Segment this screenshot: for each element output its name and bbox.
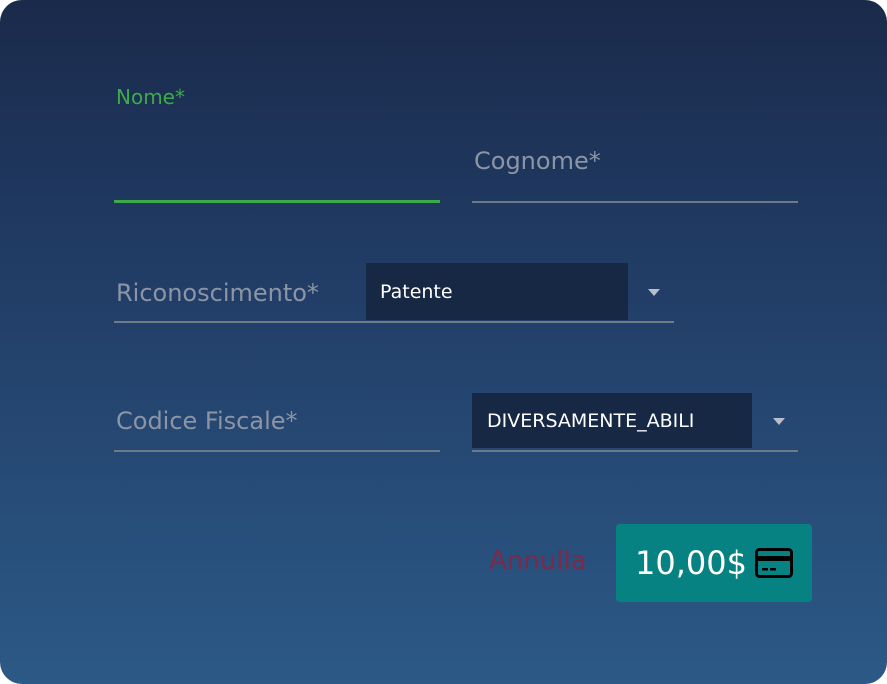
- codice-fiscale-underline: [114, 450, 440, 452]
- riconoscimento-select-value: Patente: [380, 280, 453, 303]
- codice-fiscale-field[interactable]: Codice Fiscale*: [114, 393, 440, 452]
- categoria-select-value: DIVERSAMENTE_ABILI: [487, 409, 695, 432]
- riconoscimento-placeholder: Riconoscimento*: [116, 279, 319, 307]
- nome-label: Nome*: [116, 85, 185, 109]
- nome-field[interactable]: Nome*: [114, 80, 440, 203]
- riconoscimento-underline: [114, 321, 674, 323]
- pay-amount: 10,00$: [635, 544, 747, 582]
- credit-card-icon: [754, 548, 793, 578]
- cognome-underline: [472, 201, 798, 203]
- chevron-down-icon[interactable]: [773, 418, 785, 425]
- cognome-placeholder: Cognome*: [474, 147, 601, 175]
- nome-underline: [114, 200, 440, 203]
- pay-button[interactable]: 10,00$: [616, 524, 812, 602]
- chevron-down-icon[interactable]: [648, 289, 660, 296]
- payment-form-panel: Nome* Cognome* Riconoscimento* Patente C…: [0, 0, 887, 684]
- categoria-underline: [472, 450, 798, 452]
- cancel-button[interactable]: Annulla: [489, 546, 587, 576]
- riconoscimento-select[interactable]: Patente: [366, 263, 628, 320]
- cognome-field[interactable]: Cognome*: [472, 140, 798, 203]
- codice-fiscale-placeholder: Codice Fiscale*: [116, 407, 298, 435]
- categoria-select[interactable]: DIVERSAMENTE_ABILI: [472, 393, 752, 448]
